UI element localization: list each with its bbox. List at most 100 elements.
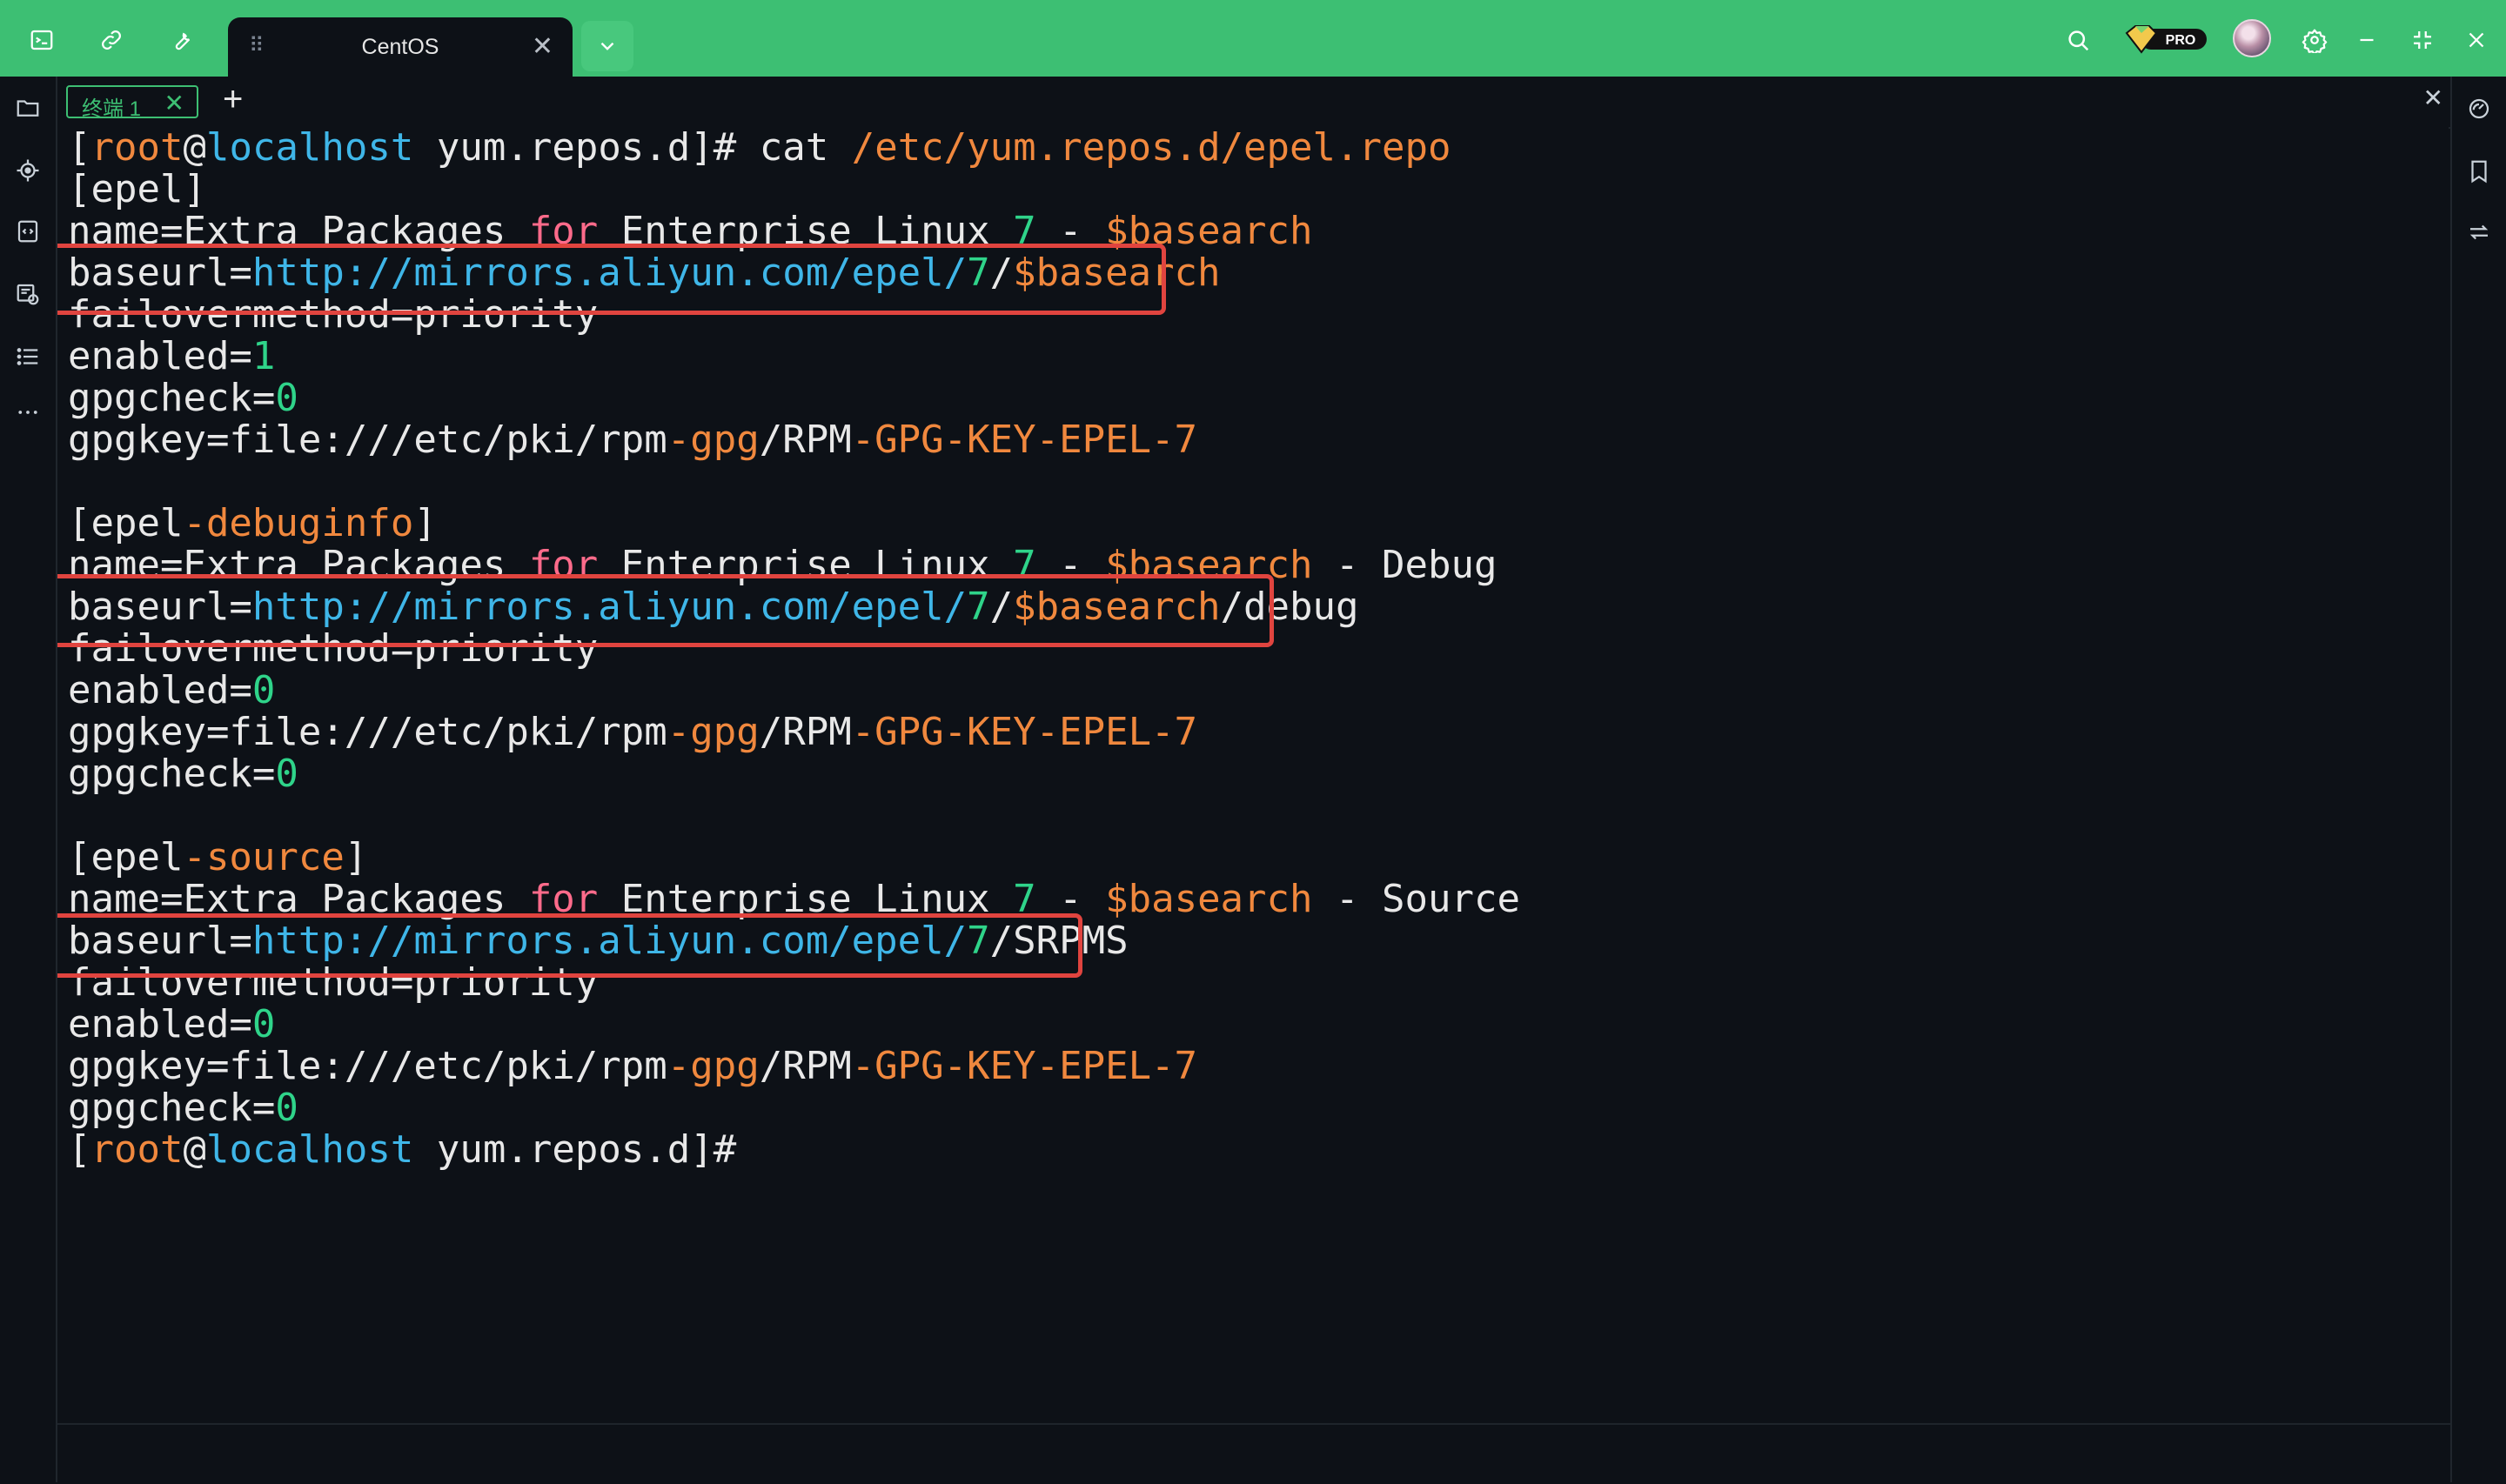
pro-label: PRO — [2166, 33, 2196, 48]
terminal-line: gpgcheck=0 — [68, 753, 1520, 795]
terminal-token: /RPM — [759, 710, 852, 754]
terminal-token: gpgcheck= — [68, 752, 276, 796]
close-panel-icon[interactable]: ✕ — [2423, 84, 2443, 112]
link-icon[interactable] — [94, 23, 129, 57]
transfer-icon[interactable] — [2464, 217, 2494, 247]
search-icon[interactable] — [2060, 23, 2095, 57]
terminal-token: 0 — [251, 668, 276, 712]
terminal-tab-strip: 终端 1 ✕ + ✕ — [57, 77, 2450, 129]
chevron-down-icon — [600, 42, 614, 50]
terminal-token: gpgkey=file:///etc/pki/rpm — [68, 1044, 667, 1088]
folder-icon[interactable] — [12, 92, 44, 124]
crosshair-icon[interactable] — [12, 155, 44, 186]
terminal-token: [ — [68, 127, 91, 170]
terminal-token: -GPG-KEY-EPEL-7 — [851, 710, 1198, 754]
terminal-token: /RPM — [759, 1044, 852, 1088]
terminal-token: ] — [413, 501, 437, 545]
wrench-icon[interactable] — [164, 23, 198, 57]
restore-icon[interactable] — [2405, 23, 2440, 57]
terminal-line: gpgcheck=0 — [68, 1087, 1520, 1129]
terminal-token: /etc/yum.repos.d/epel.repo — [851, 127, 1451, 170]
terminal-token: localhost — [205, 127, 414, 170]
highlight-box-debuginfo-baseurl — [57, 574, 1274, 647]
status-strip — [57, 1423, 2450, 1484]
terminal-token: enabled= — [68, 334, 252, 378]
tab-close-icon[interactable]: ✕ — [532, 31, 553, 62]
terminal-token: gpgcheck= — [68, 376, 276, 420]
pro-badge-icon[interactable]: PRO — [2123, 24, 2208, 54]
terminal-token: yum.repos.d]# — [413, 1127, 737, 1172]
minimize-icon[interactable] — [2349, 23, 2384, 57]
terminal-line: [root@localhost yum.repos.d]# — [68, 1129, 1520, 1171]
terminal-line: gpgkey=file:///etc/pki/rpm-gpg/RPM-GPG-K… — [68, 712, 1520, 753]
terminal-token: -GPG-KEY-EPEL-7 — [851, 418, 1198, 462]
terminal-token: -debuginfo — [183, 501, 414, 545]
dashboard-icon[interactable] — [2464, 94, 2494, 124]
highlight-box-source-baseurl — [57, 913, 1082, 978]
avatar[interactable] — [2233, 19, 2271, 57]
bookmark-icon[interactable] — [2464, 157, 2494, 186]
terminal-line: gpgkey=file:///etc/pki/rpm-gpg/RPM-GPG-K… — [68, 1046, 1520, 1087]
terminal-token: gpgkey=file:///etc/pki/rpm — [68, 418, 667, 462]
terminal-token: [ — [68, 1127, 91, 1172]
terminal-line: enabled=0 — [68, 670, 1520, 712]
terminal-output[interactable]: [root@localhost yum.repos.d]# cat /etc/y… — [57, 127, 2449, 1423]
terminal-token: 0 — [275, 752, 298, 796]
terminal-token: [epel — [68, 501, 184, 545]
terminal-token: 0 — [275, 376, 298, 420]
terminal-token: -GPG-KEY-EPEL-7 — [851, 1044, 1198, 1088]
terminal-tab-label: 终端 1 — [82, 97, 142, 121]
title-bar: ⠿ CentOS ✕ PRO — [0, 0, 2506, 77]
terminal-token: - Source — [1312, 877, 1520, 921]
terminal-token: enabled= — [68, 1002, 252, 1046]
add-terminal-button[interactable]: + — [223, 82, 243, 117]
terminal-token: -gpg — [667, 710, 760, 754]
terminal-line: gpgcheck=0 — [68, 378, 1520, 419]
terminal-token: -gpg — [667, 1044, 760, 1088]
terminal-token: gpgcheck= — [68, 1086, 276, 1130]
tab-dropdown-button[interactable] — [581, 21, 633, 71]
monitor-icon[interactable] — [12, 278, 44, 310]
terminal-line: [root@localhost yum.repos.d]# cat /etc/y… — [68, 127, 1520, 169]
more-icon[interactable] — [12, 397, 44, 428]
terminal-token: - Debug — [1312, 543, 1498, 587]
terminal-tab-close-icon[interactable]: ✕ — [164, 89, 184, 117]
terminal-token: localhost — [205, 1127, 414, 1172]
terminal-token: 1 — [251, 334, 276, 378]
session-tab-title: CentOS — [361, 35, 439, 59]
left-sidebar — [0, 77, 57, 1482]
terminal-token: 0 — [275, 1086, 298, 1130]
terminal-line: gpgkey=file:///etc/pki/rpm-gpg/RPM-GPG-K… — [68, 419, 1520, 461]
terminal-token: /RPM — [759, 418, 852, 462]
terminal-token: root — [90, 1127, 184, 1172]
terminal-line: [epel-debuginfo] — [68, 503, 1520, 545]
terminal-line: [epel-source] — [68, 837, 1520, 879]
close-icon[interactable] — [2459, 23, 2494, 57]
list-icon[interactable] — [12, 341, 44, 372]
terminal-token: -gpg — [667, 418, 760, 462]
terminal-token: @ — [183, 127, 206, 170]
terminal-token: 0 — [251, 1002, 276, 1046]
terminal-token: -source — [183, 835, 345, 879]
terminal-token: [epel] — [68, 167, 206, 211]
right-sidebar — [2450, 77, 2506, 1482]
code-file-icon[interactable] — [12, 216, 44, 247]
terminal-token: gpgkey=file:///etc/pki/rpm — [68, 710, 667, 754]
terminal-token: $basearch — [1105, 877, 1313, 921]
terminal-icon[interactable] — [24, 23, 59, 57]
terminal-token: [epel — [68, 835, 184, 879]
highlight-box-epel-baseurl — [57, 244, 1166, 315]
terminal-line: [epel] — [68, 169, 1520, 211]
session-tab-centos[interactable]: ⠿ CentOS ✕ — [228, 17, 573, 77]
settings-icon[interactable] — [2297, 23, 2332, 57]
terminal-token: ] — [344, 835, 368, 879]
terminal-token: root — [90, 127, 184, 170]
terminal-line: enabled=0 — [68, 1004, 1520, 1046]
terminal-token: @ — [183, 1127, 206, 1172]
terminal-token: enabled= — [68, 668, 252, 712]
terminal-line: enabled=1 — [68, 336, 1520, 378]
terminal-token: yum.repos.d]# cat — [413, 127, 852, 170]
terminal-tab[interactable]: 终端 1 ✕ — [66, 85, 198, 121]
